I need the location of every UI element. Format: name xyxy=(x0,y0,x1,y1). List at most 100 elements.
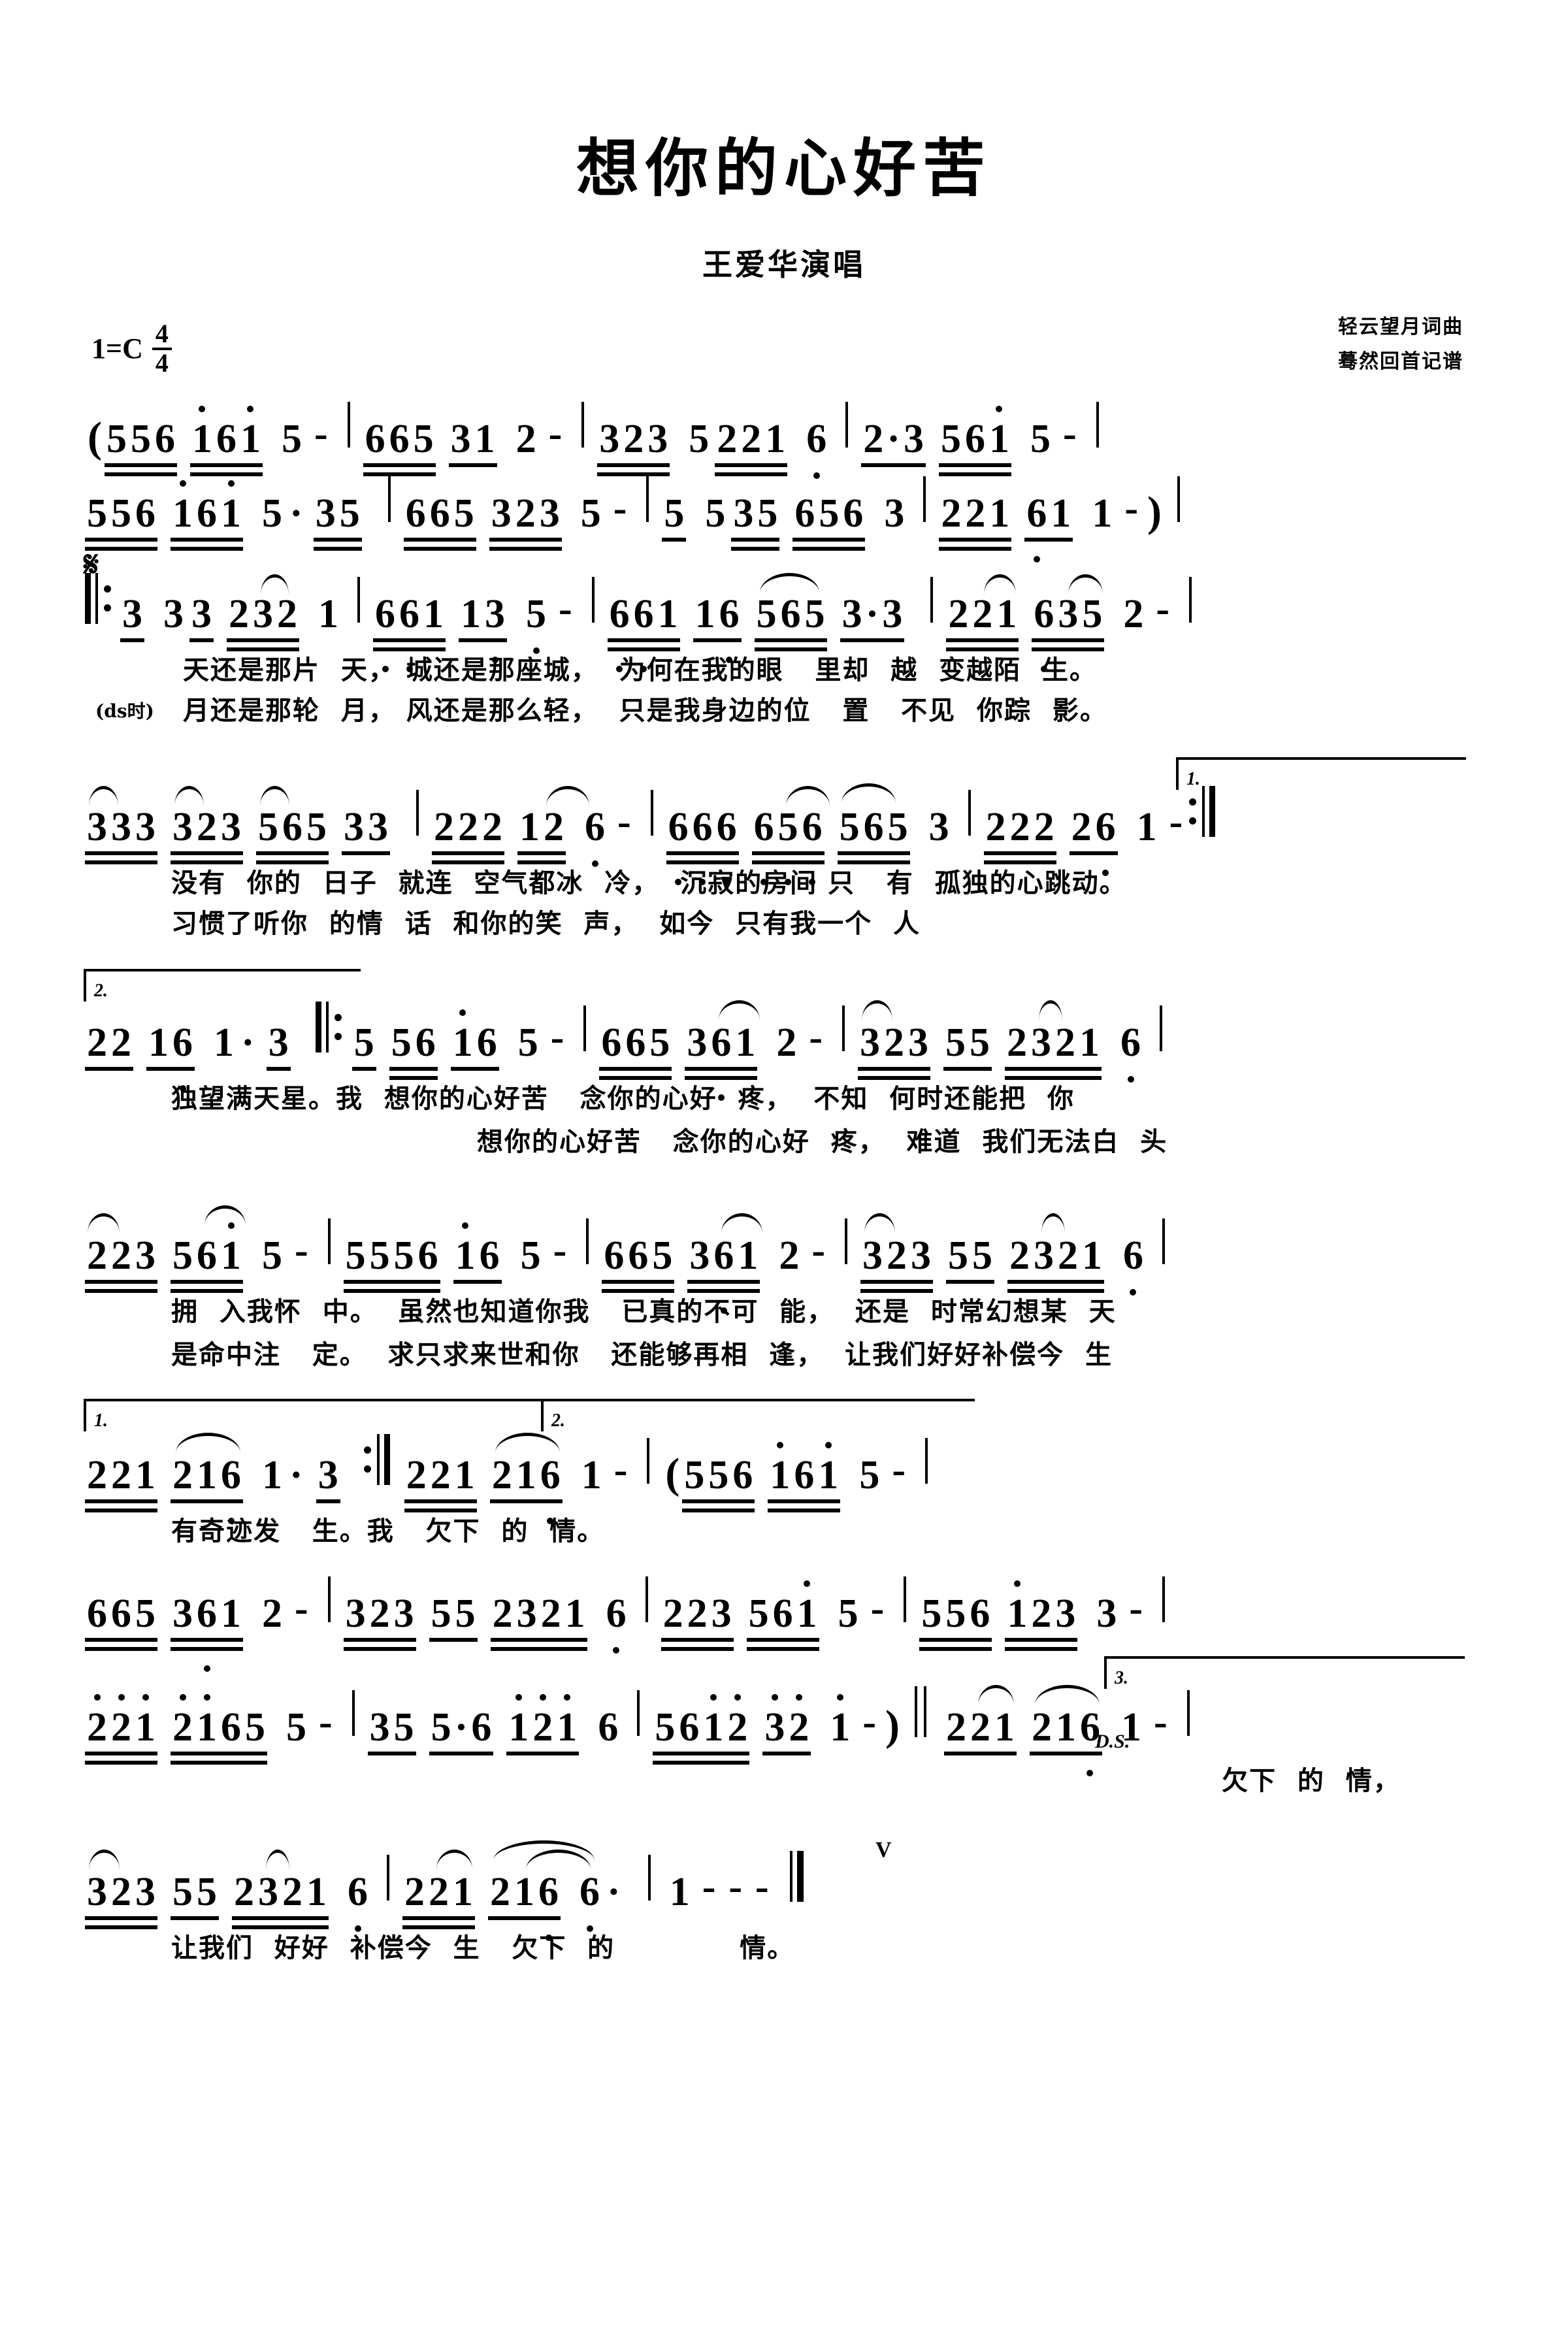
note-group: 31 xyxy=(448,419,497,467)
system-line-1: ( 556 161 5- 665 31 2- 323 5 221 6 2 · 3 5… xyxy=(0,402,1568,479)
notes-row: 221 216 1 · 3 221 216 1- ( 556 161 5- xyxy=(85,1404,1483,1524)
note: 6 xyxy=(1115,1022,1147,1083)
system-line-5: 2. 22 16 1· 3 5 56 16 5- 665 361 2- 323 xyxy=(0,969,1568,1162)
page-title: 想你的心好苦 xyxy=(576,131,992,205)
barline xyxy=(327,1218,331,1264)
lyric-verse-1: 没有 你的 日子 就连 空气都冰 冷， 沉寂的房间 只 有 孤独的心跳动。 xyxy=(171,868,1127,898)
note-group: 35 xyxy=(731,493,780,551)
note-group: 3 xyxy=(316,1455,340,1503)
slur xyxy=(1068,574,1103,595)
note-group: 222 xyxy=(432,807,504,864)
key-signature: 1=C 4 4 xyxy=(91,321,172,376)
note: 5 xyxy=(689,417,710,461)
slur xyxy=(436,1850,472,1870)
notes-row: 3 3 3 232 1 661 13 5- 661 16 565 3 · 3 221… xyxy=(85,565,1483,672)
credits: 轻云望月词曲 蓦然回首记谱 xyxy=(1338,310,1463,379)
lyric-row-2: 想你的心好苦 念你的心好 疼， 难道 我们无法白 头 xyxy=(85,1120,1483,1162)
notes-row: 333 323 565 33 222 12 6- 666 656 565 3 2… xyxy=(85,760,1483,885)
note: 2 xyxy=(776,1020,797,1065)
note: 1 xyxy=(581,1453,602,1497)
sustain-dash: - xyxy=(613,1448,628,1492)
note-group: 3 xyxy=(189,594,214,642)
slur xyxy=(841,783,896,804)
lyric-row-1: 让我们 好好 补偿今 生 欠下 的 情。 xyxy=(85,1927,1483,1967)
slur xyxy=(759,573,819,593)
note-group: 333 xyxy=(85,786,157,864)
note: 5 xyxy=(286,1705,306,1750)
note: 2 xyxy=(262,1591,282,1636)
time-signature: 4 4 xyxy=(152,321,172,376)
ds-shi-label: (ds时) xyxy=(95,700,154,722)
note: 5 xyxy=(262,1233,282,1278)
note-group: 665 xyxy=(363,419,436,476)
note-group: 323 xyxy=(343,1593,416,1651)
barline xyxy=(1177,476,1180,522)
barline xyxy=(387,1855,389,1901)
note-group: 221 xyxy=(943,1685,1017,1755)
meta-row: 1=C 4 4 轻云望月词曲 蓦然回首记谱 xyxy=(0,310,1568,382)
sustain-dash: - xyxy=(553,1228,567,1273)
note-group: 2321 xyxy=(1007,1213,1104,1293)
note-group: 635 xyxy=(1032,574,1105,672)
slur xyxy=(89,786,118,806)
notes-row: 223 561 5- 5556 16 5- 665 361 2- 323 55 … xyxy=(85,1192,1483,1314)
repeat-start-barline xyxy=(315,1002,342,1052)
singer-credit: 王爱华演唱 xyxy=(702,247,866,282)
final-barline xyxy=(789,1851,804,1902)
note-group: 16 xyxy=(453,1222,502,1284)
note-group: 5 xyxy=(351,1022,376,1071)
sustain-dash: - xyxy=(319,1700,333,1744)
breath-mark: V xyxy=(875,1838,892,1862)
note: 2 xyxy=(779,1233,800,1278)
note-group: 33 xyxy=(342,807,390,855)
note: 6 xyxy=(598,1705,619,1750)
sustain-dash: - xyxy=(617,800,631,844)
note-group: 221 xyxy=(715,419,788,476)
slur xyxy=(1034,1685,1100,1705)
note-group: 221 xyxy=(85,1455,157,1512)
note: 1 xyxy=(262,1453,282,1497)
note-group: 323 xyxy=(85,1850,157,1929)
sustain-dash: - xyxy=(559,587,572,631)
note: 5 xyxy=(262,491,282,536)
note-group: 16 xyxy=(450,1009,499,1071)
barline xyxy=(1160,1005,1162,1051)
note: 6 xyxy=(1117,1235,1149,1296)
note-group: 565 xyxy=(256,786,329,864)
lyric-chorus-2: 是命中注 定。 求只求来世和你 还能够再相 逢， 让我们好好补偿今 生 xyxy=(171,1339,1113,1370)
slur xyxy=(546,786,589,806)
note: 5 xyxy=(281,417,302,461)
note-group: 221 xyxy=(85,1694,157,1765)
sustain-dash: - xyxy=(862,1700,876,1744)
note-group: 223 xyxy=(85,1213,157,1293)
note: 6 xyxy=(342,1872,374,1932)
barline xyxy=(650,790,653,836)
barline xyxy=(1162,1218,1165,1264)
open-paren: ( xyxy=(88,414,102,461)
barline xyxy=(351,1690,355,1736)
slur xyxy=(862,1000,892,1020)
note: 6 xyxy=(574,1872,606,1932)
note-group: 5612 xyxy=(653,1694,750,1765)
slur xyxy=(984,574,1017,595)
barline xyxy=(845,402,849,448)
slur xyxy=(785,786,830,806)
note-group: 55 xyxy=(429,1593,478,1642)
note-group: 35 xyxy=(313,493,362,551)
repeat-end-barline xyxy=(363,1434,390,1485)
note-group: 665 xyxy=(602,1235,675,1293)
note-group: 32 xyxy=(762,1694,811,1755)
system-line-6: 223 561 5- 5556 16 5- 665 361 2- 323 55 … xyxy=(0,1192,1568,1375)
slur xyxy=(88,1213,120,1233)
barline xyxy=(591,577,595,623)
note-group: 561 xyxy=(746,1580,819,1651)
notes-row: 323 55 2321 6 221 216 6 · V 1 --- xyxy=(85,1827,1483,1941)
sustain-dash: - xyxy=(548,412,563,456)
barline xyxy=(581,402,585,448)
sustain-dash: - xyxy=(314,412,328,456)
note-group: 16 xyxy=(146,1022,195,1092)
double-barline xyxy=(911,1686,930,1737)
slur xyxy=(719,1000,760,1020)
note-group: 323 xyxy=(597,419,670,476)
note-group: 561 xyxy=(938,406,1011,476)
